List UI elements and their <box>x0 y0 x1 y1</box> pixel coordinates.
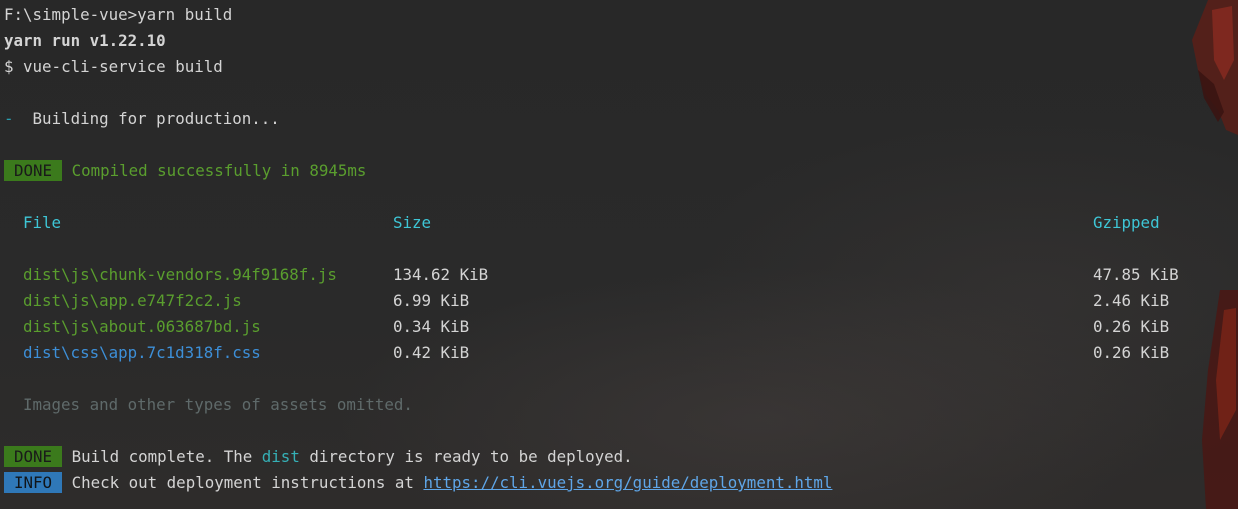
terminal-output: F:\simple-vue>yarn build yarn run v1.22.… <box>4 2 1238 496</box>
info-text: Check out deployment instructions at <box>71 473 424 492</box>
file-column-header: File <box>23 213 62 232</box>
file-size: 0.42 KiB <box>393 343 470 362</box>
file-size: 0.34 KiB <box>393 317 470 336</box>
table-header-row: File Size Gzipped <box>4 210 1238 236</box>
table-row: dist\js\about.063687bd.js 0.34 KiB 0.26 … <box>4 314 1238 340</box>
gzipped-column-header: Gzipped <box>1093 213 1160 232</box>
dist-highlight: dist <box>261 447 300 466</box>
file-gzipped-size: 2.46 KiB <box>1093 291 1170 310</box>
build-complete-text-end: directory is ready to be deployed. <box>299 447 633 466</box>
info-line: INFO Check out deployment instructions a… <box>4 470 1238 496</box>
file-size: 134.62 KiB <box>393 265 489 284</box>
done-badge: DONE <box>4 160 63 181</box>
omitted-note-line: Images and other types of assets omitted… <box>4 392 1238 418</box>
prompt-line: F:\simple-vue>yarn build <box>4 5 233 24</box>
done-badge: DONE <box>4 446 63 467</box>
building-line: - Building for production... <box>4 106 1238 132</box>
build-complete-line: DONE Build complete. The dist directory … <box>4 444 1238 470</box>
building-text: Building for production... <box>32 109 280 128</box>
command-line: $ vue-cli-service build <box>4 57 223 76</box>
table-row: dist\js\app.e747f2c2.js 6.99 KiB 2.46 Ki… <box>4 288 1238 314</box>
deployment-docs-link[interactable]: https://cli.vuejs.org/guide/deployment.h… <box>423 473 832 492</box>
table-row: dist\css\app.7c1d318f.css 0.42 KiB 0.26 … <box>4 340 1238 366</box>
file-gzipped-size: 0.26 KiB <box>1093 317 1170 336</box>
file-name: dist\js\about.063687bd.js <box>23 317 261 336</box>
yarn-version-line: yarn run v1.22.10 <box>4 31 166 50</box>
file-name: dist\js\app.e747f2c2.js <box>23 291 242 310</box>
compiled-text: Compiled successfully in 8945ms <box>71 161 367 180</box>
size-column-header: Size <box>393 213 432 232</box>
file-gzipped-size: 0.26 KiB <box>1093 343 1170 362</box>
compiled-line: DONE Compiled successfully in 8945ms <box>4 158 1238 184</box>
build-complete-text: Build complete. The <box>71 447 262 466</box>
file-size: 6.99 KiB <box>393 291 470 310</box>
omitted-note: Images and other types of assets omitted… <box>23 395 413 414</box>
info-badge: INFO <box>4 472 63 493</box>
file-gzipped-size: 47.85 KiB <box>1093 265 1179 284</box>
table-row: dist\js\chunk-vendors.94f9168f.js 134.62… <box>4 262 1238 288</box>
file-name: dist\js\chunk-vendors.94f9168f.js <box>23 265 337 284</box>
file-name: dist\css\app.7c1d318f.css <box>23 343 261 362</box>
spinner-icon: - <box>4 109 14 128</box>
